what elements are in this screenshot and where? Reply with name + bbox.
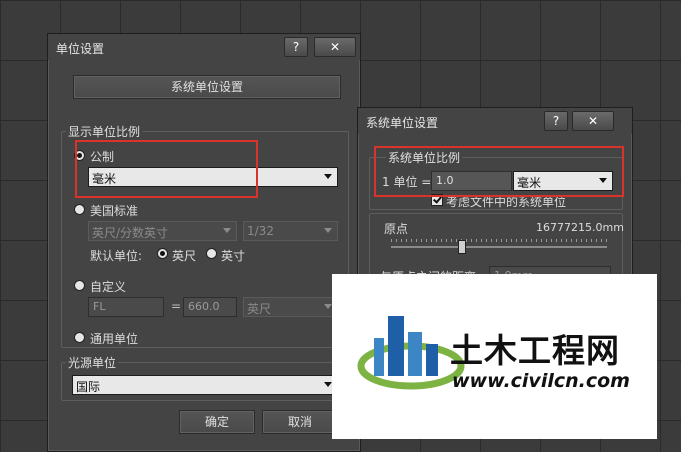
- close-button[interactable]: ✕: [314, 37, 356, 57]
- origin-slider-ticks: [391, 239, 607, 242]
- origin-value: 16777215.0mm: [536, 221, 624, 234]
- dialog-title: 单位设置: [56, 42, 105, 56]
- us-unit-value: 英尺/分数英寸: [92, 226, 169, 240]
- system-unit-setup-button[interactable]: 系统单位设置: [73, 75, 341, 99]
- chevron-down-icon: [223, 228, 231, 233]
- generic-units-label: 通用单位: [90, 332, 139, 346]
- units-setup-titlebar[interactable]: 单位设置 ? ✕: [48, 34, 360, 60]
- chevron-down-icon: [324, 174, 332, 179]
- chevron-down-icon: [324, 382, 332, 387]
- ok-button[interactable]: 确定: [179, 410, 255, 434]
- origin-slider-track[interactable]: [391, 246, 607, 248]
- cancel-button[interactable]: 取消: [262, 410, 338, 434]
- watermark-url: www.civilcn.com: [452, 370, 630, 392]
- system-unit-titlebar[interactable]: 系统单位设置 ? ✕: [358, 108, 632, 134]
- watermark-panel: 土木工程网 www.civilcn.com: [332, 274, 657, 439]
- equals-sign: =: [171, 299, 182, 313]
- custom-unit-dropdown[interactable]: 英尺: [243, 297, 338, 317]
- us-fraction-value: 1/32: [247, 224, 274, 238]
- system-dialog-title: 系统单位设置: [366, 116, 439, 130]
- system-scale-highlight-box: [374, 146, 624, 197]
- custom-radio[interactable]: [74, 280, 85, 291]
- feet-label: 英尺: [172, 249, 197, 263]
- feet-radio[interactable]: [157, 248, 168, 259]
- inches-label: 英寸: [221, 249, 246, 263]
- chevron-down-icon: [324, 304, 332, 309]
- custom-value-field[interactable]: 660.0: [183, 297, 237, 317]
- origin-slider-thumb[interactable]: [458, 240, 466, 254]
- units-setup-dialog: 单位设置 ? ✕ 系统单位设置 显示单位比例 公制 毫米 美国标准 英尺/分数英…: [47, 33, 361, 452]
- custom-label: 自定义: [90, 280, 127, 294]
- default-unit-label: 默认单位:: [90, 249, 143, 263]
- custom-name-value: FL: [93, 300, 106, 313]
- lighting-units-value: 国际: [76, 380, 101, 394]
- us-standard-radio[interactable]: [74, 204, 85, 215]
- origin-label: 原点: [384, 222, 409, 236]
- us-unit-dropdown[interactable]: 英尺/分数英寸: [88, 221, 237, 241]
- custom-unit-value: 英尺: [247, 302, 272, 316]
- us-fraction-dropdown[interactable]: 1/32: [243, 221, 338, 241]
- help-button[interactable]: ?: [544, 111, 568, 131]
- custom-value: 660.0: [188, 300, 220, 313]
- us-standard-label: 美国标准: [90, 204, 139, 218]
- lighting-units-label: 光源单位: [66, 354, 119, 371]
- display-unit-scale-label: 显示单位比例: [66, 123, 143, 140]
- lighting-units-dropdown[interactable]: 国际: [72, 375, 338, 395]
- watermark-brand: 土木工程网: [450, 331, 620, 370]
- close-button[interactable]: ✕: [572, 111, 614, 131]
- generic-units-radio[interactable]: [74, 332, 85, 343]
- custom-name-field[interactable]: FL: [88, 297, 164, 317]
- chevron-down-icon: [324, 228, 332, 233]
- system-unit-setup-dialog: 系统单位设置 ? ✕ 系统单位比例 1 单位 = 1.0 毫米 考虑文件中的系统…: [357, 107, 633, 286]
- metric-highlight-box: [75, 140, 258, 198]
- inches-radio[interactable]: [206, 248, 217, 259]
- help-button[interactable]: ?: [284, 37, 308, 57]
